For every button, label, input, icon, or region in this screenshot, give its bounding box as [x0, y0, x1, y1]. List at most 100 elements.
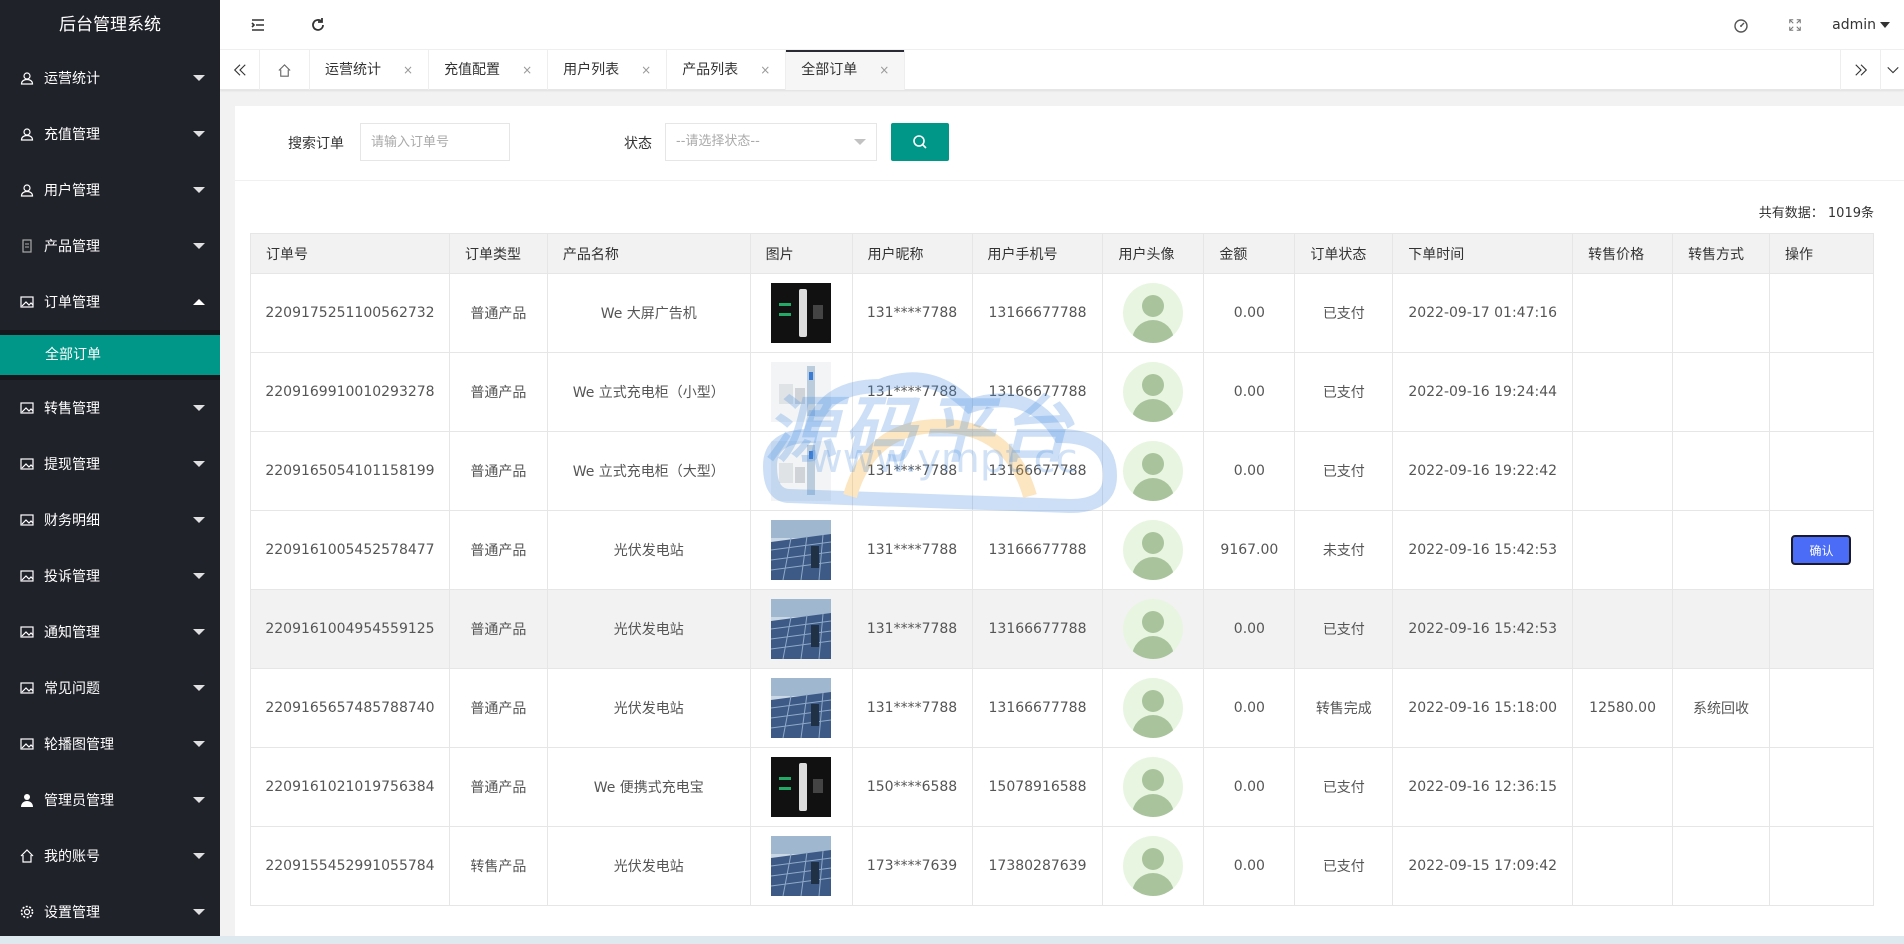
order-search-input[interactable] — [360, 123, 510, 161]
image-icon — [20, 401, 34, 415]
bottom-strip — [0, 936, 1904, 944]
cell-type: 普通产品 — [448, 510, 548, 590]
fullscreen-icon[interactable] — [1768, 18, 1822, 32]
sidebar-item-label: 转售管理 — [44, 401, 100, 417]
column-header: 用户昵称 — [851, 233, 973, 274]
action-cell — [1768, 826, 1875, 906]
chevron-down-icon — [193, 75, 205, 81]
sidebar-item-12[interactable]: 管理员管理 — [0, 772, 220, 828]
chevron-up-icon — [193, 299, 205, 305]
cell-status: 已支付 — [1294, 352, 1394, 432]
column-header: 订单类型 — [448, 233, 548, 274]
sidebar-item-6[interactable]: 提现管理 — [0, 436, 220, 492]
image-icon — [20, 295, 34, 309]
top-header: admin — [220, 0, 1904, 50]
tabs-scroll-left-icon[interactable] — [220, 50, 260, 90]
sidebar-item-13[interactable]: 我的账号 — [0, 828, 220, 884]
table-row: 2209165657485788740 普通产品 光伏发电站 131****7788 1… — [250, 668, 1875, 748]
cell-resale-way — [1672, 431, 1770, 511]
tab-0[interactable]: 运营统计 × — [310, 50, 430, 90]
refresh-icon[interactable] — [308, 15, 328, 35]
tabs-dropdown-icon[interactable] — [1880, 50, 1904, 90]
sidebar-item-10[interactable]: 常见问题 — [0, 660, 220, 716]
close-icon[interactable]: × — [760, 50, 770, 90]
sidebar-item-14[interactable]: 设置管理 — [0, 884, 220, 940]
sidebar-item-label: 充值管理 — [44, 127, 100, 143]
sidebar-item-0[interactable]: 运营统计 — [0, 50, 220, 106]
tab-label: 用户列表 — [563, 62, 620, 78]
chevron-down-icon — [193, 573, 205, 579]
cell-phone: 13166677788 — [971, 431, 1104, 511]
cell-resale-way: 系统回收 — [1672, 668, 1770, 748]
sidebar-item-3[interactable]: 产品管理 — [0, 218, 220, 274]
cell-product: 光伏发电站 — [546, 668, 751, 748]
close-icon[interactable]: × — [403, 50, 413, 90]
sidebar-item-11[interactable]: 轮播图管理 — [0, 716, 220, 772]
chevron-down-icon — [193, 853, 205, 859]
tab-label: 运营统计 — [325, 62, 381, 78]
admin-name: admin — [1832, 17, 1876, 33]
tab-3[interactable]: 产品列表 × — [667, 50, 787, 90]
tab-list: 运营统计 × 充值配置 × 用户列表 × 产品列表 × 全部订单 × — [310, 50, 906, 90]
confirm-button[interactable]: 确认 — [1791, 535, 1852, 565]
home-tab-icon[interactable] — [260, 50, 310, 90]
sidebar-item-label: 运营统计 — [44, 71, 100, 87]
cell-order-no: 2209161005452578477 — [250, 510, 450, 590]
image-icon — [20, 737, 34, 751]
sidebar-item-label: 我的账号 — [44, 849, 100, 865]
search-icon — [913, 135, 927, 149]
close-icon[interactable]: × — [641, 50, 651, 90]
sidebar-item-1[interactable]: 充值管理 — [0, 106, 220, 162]
sidebar-item-7[interactable]: 财务明细 — [0, 492, 220, 548]
column-header: 用户头像 — [1102, 233, 1205, 274]
user-icon — [20, 127, 34, 141]
cell-phone: 13166677788 — [971, 273, 1104, 353]
close-icon[interactable]: × — [879, 50, 889, 90]
sidebar-item-5[interactable]: 转售管理 — [0, 380, 220, 436]
cell-phone: 17380287639 — [971, 826, 1104, 906]
collapse-menu-icon[interactable] — [248, 15, 268, 35]
cell-amount: 0.00 — [1203, 826, 1296, 906]
table-row: 2209175251100562732 普通产品 We 大屏广告机 131****77… — [250, 273, 1875, 353]
sidebar-item-label: 轮播图管理 — [44, 737, 114, 753]
tab-4[interactable]: 全部订单 × — [786, 50, 906, 90]
table-body: 2209175251100562732 普通产品 We 大屏广告机 131****77… — [250, 273, 1875, 906]
cell-product: We 便携式充电宝 — [546, 747, 751, 827]
column-header: 用户手机号 — [971, 233, 1104, 274]
app-title: 后台管理系统 — [0, 0, 220, 50]
cell-order-no: 2209169910010293278 — [250, 352, 450, 432]
cell-nick: 173****7639 — [851, 826, 973, 906]
sidebar-item-2[interactable]: 用户管理 — [0, 162, 220, 218]
avatar — [1123, 520, 1184, 580]
cell-nick: 131****7788 — [851, 352, 973, 432]
search-button[interactable] — [891, 123, 949, 161]
cell-time: 2022-09-16 19:24:44 — [1392, 352, 1574, 432]
user-icon — [20, 183, 34, 197]
product-image — [749, 826, 853, 906]
cell-order-no: 2209165054101158199 — [250, 431, 450, 511]
admin-menu[interactable]: admin — [1822, 17, 1904, 33]
sidebar-item-8[interactable]: 投诉管理 — [0, 548, 220, 604]
chevron-down-icon — [193, 629, 205, 635]
action-cell — [1768, 747, 1875, 827]
cell-order-no: 2209161004954559125 — [250, 589, 450, 669]
sidebar-item-4[interactable]: 订单管理 — [0, 274, 220, 330]
sidebar-subitem-all-orders[interactable]: 全部订单 — [0, 335, 220, 375]
cell-resale-price — [1572, 747, 1674, 827]
status-select[interactable]: --请选择状态-- — [665, 123, 877, 161]
tabs-scroll-right-icon[interactable] — [1840, 50, 1880, 90]
tab-2[interactable]: 用户列表 × — [548, 50, 668, 90]
close-icon[interactable]: × — [522, 50, 532, 90]
table-row: 2209165054101158199 普通产品 We 立式充电柜（大型） 131**… — [250, 431, 1875, 511]
tab-1[interactable]: 充值配置 × — [429, 50, 549, 90]
sidebar-item-9[interactable]: 通知管理 — [0, 604, 220, 660]
cell-product: We 大屏广告机 — [546, 273, 751, 353]
theme-icon[interactable] — [1714, 17, 1768, 33]
avatar — [1123, 283, 1184, 343]
file-icon — [20, 239, 34, 253]
chevron-down-icon — [193, 741, 205, 747]
cell-type: 普通产品 — [448, 747, 548, 827]
cell-resale-way — [1672, 589, 1770, 669]
cell-resale-price — [1572, 510, 1674, 590]
main-panel: 搜索订单 状态 --请选择状态-- 共有数据： 1019条 订单号订单类型产品名… — [235, 106, 1904, 944]
